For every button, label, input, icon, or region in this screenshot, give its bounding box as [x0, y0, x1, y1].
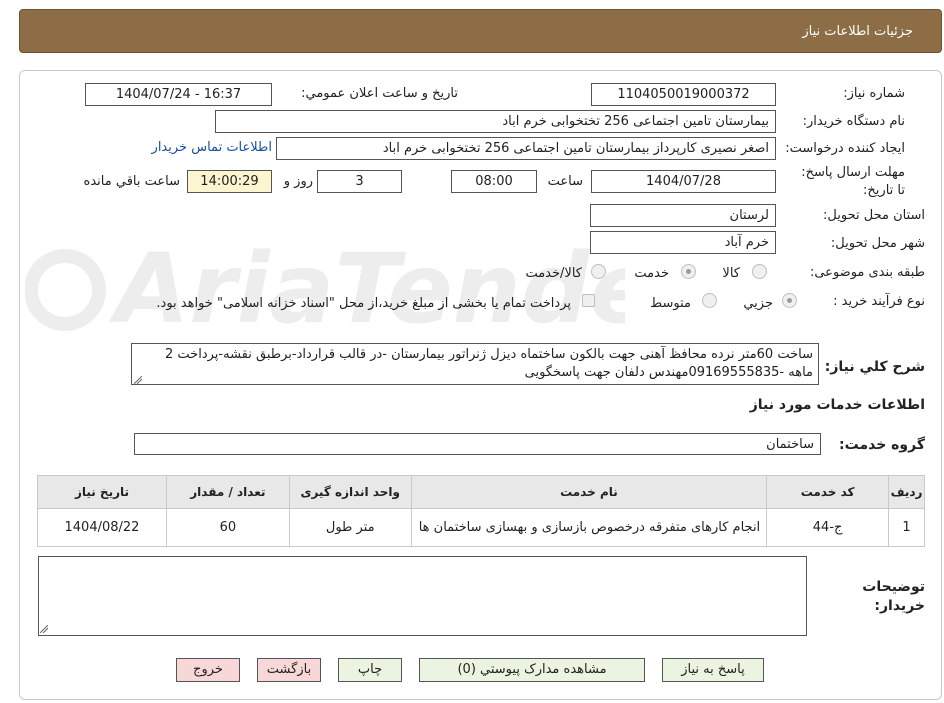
announce-label: تاریخ و ساعت اعلان عمومي: — [301, 86, 458, 101]
service-group-label: گروه خدمت: — [839, 437, 925, 453]
need-number-label: شماره نیاز: — [843, 86, 905, 101]
description-textarea[interactable]: ساخت 60متر نرده محافظ آهنی جهت بالکون سا… — [131, 343, 819, 385]
deadline-label: مهلت ارسال پاسخ: تا تاریخ: — [801, 165, 905, 198]
remaining-days-field: 3 — [317, 170, 402, 193]
cell-quantity: 60 — [165, 508, 290, 547]
page-title: جزئیات اطلاعات نیاز — [802, 24, 913, 39]
category-goods-radio[interactable] — [752, 264, 767, 279]
need-number-field: 1104050019000372 — [591, 83, 776, 106]
deadline-time-label: ساعت — [547, 174, 583, 189]
province-field: لرستان — [590, 204, 776, 227]
deadline-date-field: 1404/07/28 — [591, 170, 776, 193]
exit-button[interactable]: خروج — [176, 658, 240, 682]
col-service-code: کد خدمت — [766, 475, 890, 509]
category-service-label: خدمت — [634, 266, 669, 281]
col-quantity: تعداد / مقدار — [165, 475, 290, 509]
announce-datetime-field: 1404/07/24 - 16:37 — [85, 83, 272, 106]
col-row-number: ردیف — [888, 475, 925, 509]
service-group-field: ساختمان — [134, 433, 821, 455]
buyer-contact-link[interactable]: اطلاعات تماس خریدار — [152, 140, 272, 155]
buyer-notes-textarea[interactable] — [38, 556, 807, 636]
remaining-time-field: 14:00:29 — [187, 170, 272, 193]
process-label: نوع فرآیند خرید : — [833, 294, 925, 309]
category-service-radio[interactable] — [681, 264, 696, 279]
description-label: شرح کلي نیاز: — [824, 359, 925, 375]
resize-grip-icon[interactable] — [134, 376, 142, 384]
back-button[interactable]: بازگشت — [257, 658, 321, 682]
page-header: جزئیات اطلاعات نیاز — [19, 9, 942, 53]
buyer-org-label: نام دستگاه خریدار: — [802, 114, 905, 129]
requester-label: ایجاد کننده درخواست: — [785, 141, 905, 156]
process-medium-radio[interactable] — [702, 293, 717, 308]
cell-unit: متر طول — [288, 508, 412, 547]
remaining-label: ساعت باقي مانده — [83, 174, 180, 189]
treasury-payment-note: پرداخت تمام یا بخشی از مبلغ خرید،از محل … — [156, 296, 571, 311]
city-label: شهر محل تحویل: — [830, 236, 925, 251]
category-goods-label: کالا — [722, 266, 740, 281]
category-both-label: کالا/خدمت — [525, 266, 582, 281]
deadline-time-field: 08:00 — [451, 170, 537, 193]
city-field: خرم آباد — [590, 231, 776, 254]
buyer-org-field: بیمارستان تامین اجتماعی 256 تختخوابی خرم… — [215, 110, 776, 133]
province-label: استان محل تحویل: — [823, 208, 925, 223]
buyer-notes-label: توضیحات خریدار: — [862, 579, 925, 614]
services-table: ردیف کد خدمت نام خدمت واحد اندازه گیری ت… — [37, 475, 925, 547]
cell-service-name: انجام کارهای متفرقه درخصوص بازسازی و بهس… — [410, 508, 768, 547]
cell-row-number: 1 — [888, 508, 925, 547]
cell-need-date: 1404/08/22 — [37, 508, 167, 547]
requester-field: اصغر نصیری کارپرداز بیمارستان تامین اجتم… — [276, 137, 776, 160]
print-button[interactable]: چاپ — [338, 658, 402, 682]
days-label: روز و — [283, 174, 313, 189]
treasury-payment-checkbox[interactable] — [582, 294, 595, 307]
category-both-radio[interactable] — [591, 264, 606, 279]
view-attachments-button[interactable]: مشاهده مدارک پیوستي (0) — [419, 658, 645, 682]
table-header-row: ردیف کد خدمت نام خدمت واحد اندازه گیری ت… — [37, 475, 925, 509]
col-service-name: نام خدمت — [410, 475, 768, 509]
col-unit: واحد اندازه گیری — [288, 475, 412, 509]
process-minor-label: جزیي — [743, 296, 773, 311]
services-section-title: اطلاعات خدمات مورد نیاز — [749, 397, 925, 413]
process-minor-radio[interactable] — [782, 293, 797, 308]
col-need-date: تاریخ نیاز — [37, 475, 167, 509]
category-label: طبقه بندی موضوعی: — [809, 265, 925, 280]
table-row: 1 ج-44 انجام کارهای متفرقه درخصوص بازساز… — [37, 508, 925, 547]
cell-service-code: ج-44 — [766, 508, 890, 547]
process-medium-label: متوسط — [650, 296, 691, 311]
resize-grip-icon[interactable] — [40, 625, 48, 633]
reply-button[interactable]: پاسخ به نیاز — [662, 658, 764, 682]
